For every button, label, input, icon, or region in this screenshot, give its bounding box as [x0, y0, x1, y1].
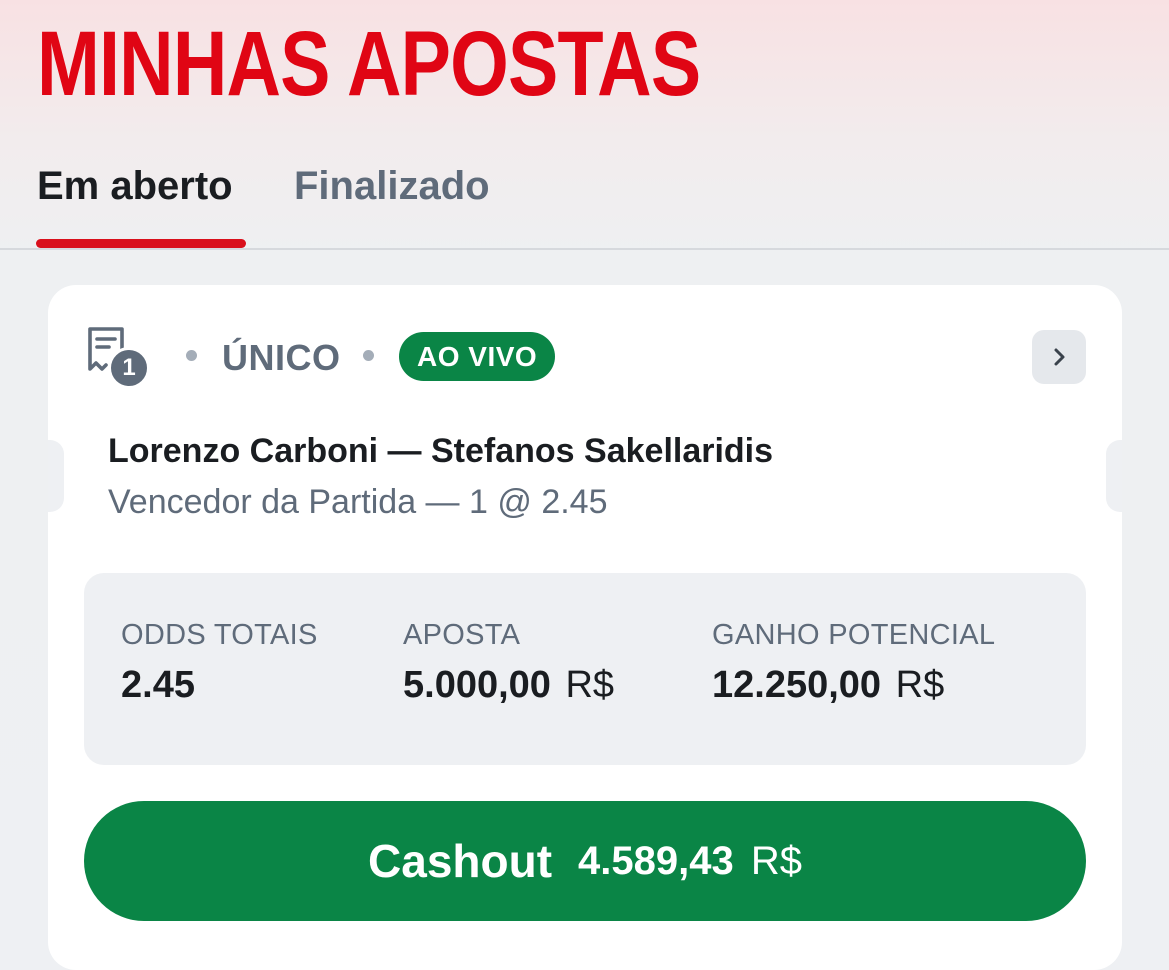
- total-odds-value: 2.45: [121, 664, 195, 706]
- bet-slip-icon: 1: [84, 325, 150, 389]
- cashout-label: Cashout: [368, 835, 553, 887]
- expand-bet-button[interactable]: [1032, 330, 1086, 384]
- page-title: MINHAS APOSTAS: [37, 13, 701, 115]
- ticket-notch-left: [48, 440, 64, 512]
- separator-dot: [363, 350, 374, 361]
- potential-win: GANHO POTENCIAL 12.250,00 R$: [712, 619, 995, 707]
- stake-label: APOSTA: [403, 619, 521, 651]
- bet-card: 1 ÚNICO AO VIVO Lorenzo Carboni — Stefan…: [48, 285, 1122, 970]
- bet-summary: ODDS TOTAIS 2.45 APOSTA 5.000,00 R$ GANH…: [84, 573, 1086, 765]
- total-odds: ODDS TOTAIS 2.45: [121, 619, 318, 707]
- separator-dot: [186, 350, 197, 361]
- total-odds-label: ODDS TOTAIS: [121, 619, 318, 651]
- active-tab-indicator: [36, 239, 246, 248]
- ticket-notch-right: [1106, 440, 1122, 512]
- tab-em-aberto[interactable]: Em aberto: [37, 164, 233, 209]
- bet-card-header: 1 ÚNICO AO VIVO: [84, 325, 1084, 395]
- chevron-right-icon: [1054, 348, 1065, 366]
- market-selection: Vencedor da Partida — 1 @ 2.45: [108, 483, 608, 521]
- cashout-amount: 4.589,43 R$: [578, 838, 802, 883]
- potential-win-value: 12.250,00 R$: [712, 664, 945, 706]
- match-title: Lorenzo Carboni — Stefanos Sakellaridis: [108, 432, 774, 470]
- tab-finalizado[interactable]: Finalizado: [294, 164, 490, 209]
- bet-type-label: ÚNICO: [222, 337, 341, 378]
- stake: APOSTA 5.000,00 R$: [403, 619, 614, 707]
- potential-win-label: GANHO POTENCIAL: [712, 619, 996, 651]
- selections-count-badge: 1: [108, 347, 150, 389]
- cashout-button[interactable]: Cashout 4.589,43 R$: [84, 801, 1086, 921]
- tab-bar: Em aberto Finalizado: [0, 150, 1169, 250]
- live-badge: AO VIVO: [399, 332, 556, 381]
- stake-value: 5.000,00 R$: [403, 664, 615, 706]
